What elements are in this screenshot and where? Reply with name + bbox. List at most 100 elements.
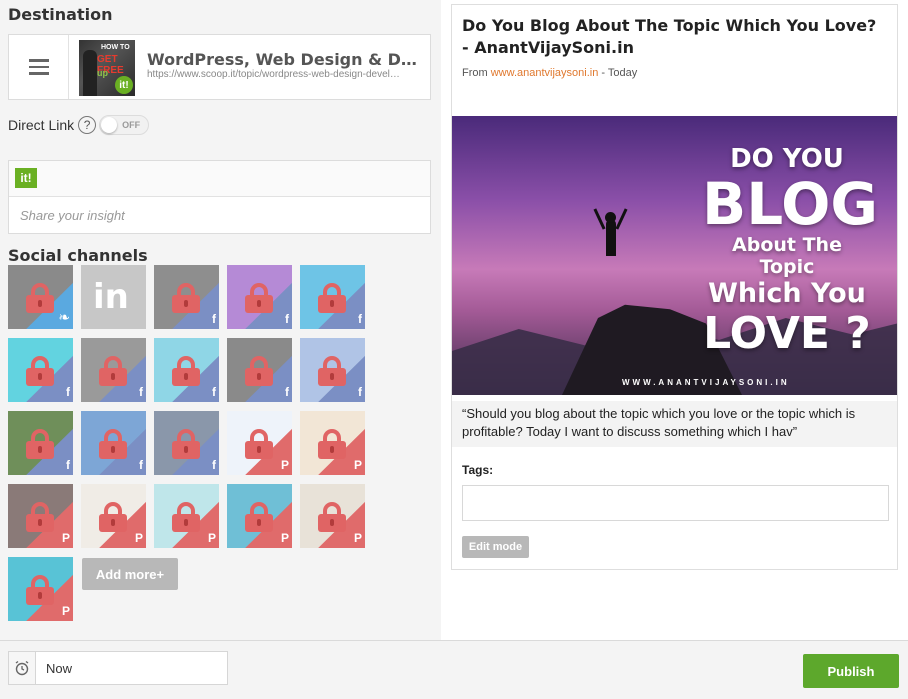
- add-more-button[interactable]: Add more+: [82, 558, 178, 590]
- article-image: DO YOU BLOG About The Topic Which You LO…: [452, 116, 897, 395]
- pinterest-icon: P: [280, 531, 289, 545]
- facebook-icon: f: [212, 385, 216, 399]
- edit-mode-button[interactable]: Edit mode: [462, 536, 529, 558]
- facebook-icon: f: [66, 385, 70, 399]
- social-channel-facebook[interactable]: f: [8, 411, 73, 475]
- footer-bar: Publish: [0, 640, 908, 699]
- social-channel-facebook[interactable]: f: [300, 265, 365, 329]
- lock-icon: [318, 502, 346, 532]
- social-channel-pinterest[interactable]: P: [8, 557, 73, 621]
- pinterest-icon: P: [207, 531, 216, 545]
- toggle-knob: [101, 117, 118, 133]
- lock-icon: [245, 356, 273, 386]
- lock-icon: [172, 283, 200, 313]
- scoopit-badge-icon: it!: [115, 76, 133, 94]
- social-channel-linkedin[interactable]: in: [81, 265, 146, 329]
- pinterest-icon: P: [61, 531, 70, 545]
- toggle-state-label: OFF: [122, 120, 141, 130]
- social-channel-facebook[interactable]: f: [227, 265, 292, 329]
- facebook-icon: f: [358, 312, 362, 326]
- twitter-icon: ❧: [58, 309, 70, 325]
- social-channel-facebook[interactable]: f: [154, 265, 219, 329]
- destination-menu-button[interactable]: [9, 35, 69, 99]
- pinterest-icon: P: [134, 531, 143, 545]
- pinterest-icon: P: [353, 458, 362, 472]
- lock-icon: [26, 283, 54, 313]
- lock-icon: [172, 356, 200, 386]
- insight-header: it!: [9, 161, 430, 197]
- pinterest-icon: P: [280, 458, 289, 472]
- social-channel-facebook[interactable]: f: [81, 411, 146, 475]
- social-channel-pinterest[interactable]: P: [81, 484, 146, 548]
- social-channel-facebook[interactable]: f: [154, 411, 219, 475]
- lock-icon: [318, 356, 346, 386]
- social-channel-pinterest[interactable]: P: [300, 411, 365, 475]
- lock-icon: [172, 502, 200, 532]
- destination-card[interactable]: HOW TO GET FREE up it! WordPress, Web De…: [8, 34, 431, 100]
- lock-icon: [172, 429, 200, 459]
- lock-icon: [318, 429, 346, 459]
- facebook-icon: f: [212, 458, 216, 472]
- facebook-icon: f: [285, 385, 289, 399]
- help-icon[interactable]: ?: [78, 116, 97, 134]
- social-channel-pinterest[interactable]: P: [154, 484, 219, 548]
- social-channel-pinterest[interactable]: P: [8, 484, 73, 548]
- facebook-icon: f: [139, 458, 143, 472]
- facebook-icon: f: [358, 385, 362, 399]
- social-channel-pinterest[interactable]: P: [300, 484, 365, 548]
- social-channel-facebook[interactable]: f: [154, 338, 219, 402]
- lock-icon: [318, 283, 346, 313]
- tags-label: Tags:: [462, 463, 494, 477]
- alarm-clock-icon[interactable]: [9, 652, 36, 684]
- article-excerpt: “Should you blog about the topic which y…: [452, 401, 897, 447]
- facebook-icon: f: [66, 458, 70, 472]
- social-channel-pinterest[interactable]: P: [227, 484, 292, 548]
- insight-box: it!: [8, 160, 431, 234]
- social-channel-facebook[interactable]: f: [8, 338, 73, 402]
- linkedin-icon: in: [93, 277, 129, 317]
- social-channel-pinterest[interactable]: P: [227, 411, 292, 475]
- lock-icon: [26, 429, 54, 459]
- topic-title: WordPress, Web Design & Develop…: [147, 50, 425, 69]
- lock-icon: [26, 356, 54, 386]
- lock-icon: [245, 283, 273, 313]
- facebook-icon: f: [285, 312, 289, 326]
- social-channels-grid: ❧ in f f f f f f f f f f f P P P P P P P P: [8, 265, 373, 625]
- scoopit-logo-icon: it!: [15, 168, 37, 188]
- hamburger-icon: [28, 55, 49, 79]
- publish-button[interactable]: Publish: [803, 654, 899, 688]
- article-source-line: From www.anantvijaysoni.in - Today: [462, 67, 638, 79]
- destination-heading: Destination: [8, 5, 113, 24]
- topic-thumbnail: HOW TO GET FREE up it!: [79, 40, 135, 96]
- left-panel: Destination HOW TO GET FREE up it! WordP…: [0, 0, 441, 640]
- social-channel-facebook[interactable]: f: [227, 338, 292, 402]
- lock-icon: [245, 429, 273, 459]
- pinterest-icon: P: [61, 604, 70, 618]
- social-channel-twitter[interactable]: ❧: [8, 265, 73, 329]
- facebook-icon: f: [139, 385, 143, 399]
- article-title: Do You Blog About The Topic Which You Lo…: [462, 16, 877, 57]
- direct-link-toggle[interactable]: OFF: [99, 115, 150, 135]
- direct-link-label: Direct Link: [8, 117, 75, 133]
- article-preview-card: Do You Blog About The Topic Which You Lo…: [451, 4, 898, 570]
- lock-icon: [99, 429, 127, 459]
- article-source-link[interactable]: www.anantvijaysoni.in: [491, 67, 599, 79]
- insight-input[interactable]: [9, 197, 430, 233]
- direct-link-row: Direct Link ? OFF: [8, 114, 150, 136]
- social-channel-facebook[interactable]: f: [300, 338, 365, 402]
- pinterest-icon: P: [353, 531, 362, 545]
- lock-icon: [99, 356, 127, 386]
- social-channels-heading: Social channels: [8, 246, 148, 265]
- schedule-time-input[interactable]: [36, 660, 216, 676]
- tags-input[interactable]: [462, 485, 889, 521]
- article-image-text: DO YOU BLOG About The Topic Which You LO…: [702, 144, 879, 359]
- article-image-caption: WWW.ANANTVIJAYSONI.IN: [622, 378, 790, 387]
- schedule-time-box[interactable]: [8, 651, 228, 685]
- social-channel-facebook[interactable]: f: [81, 338, 146, 402]
- lock-icon: [99, 502, 127, 532]
- topic-url: https://www.scoop.it/topic/wordpress-web…: [147, 69, 400, 80]
- lock-icon: [26, 502, 54, 532]
- lock-icon: [245, 502, 273, 532]
- facebook-icon: f: [212, 312, 216, 326]
- lock-icon: [26, 575, 54, 605]
